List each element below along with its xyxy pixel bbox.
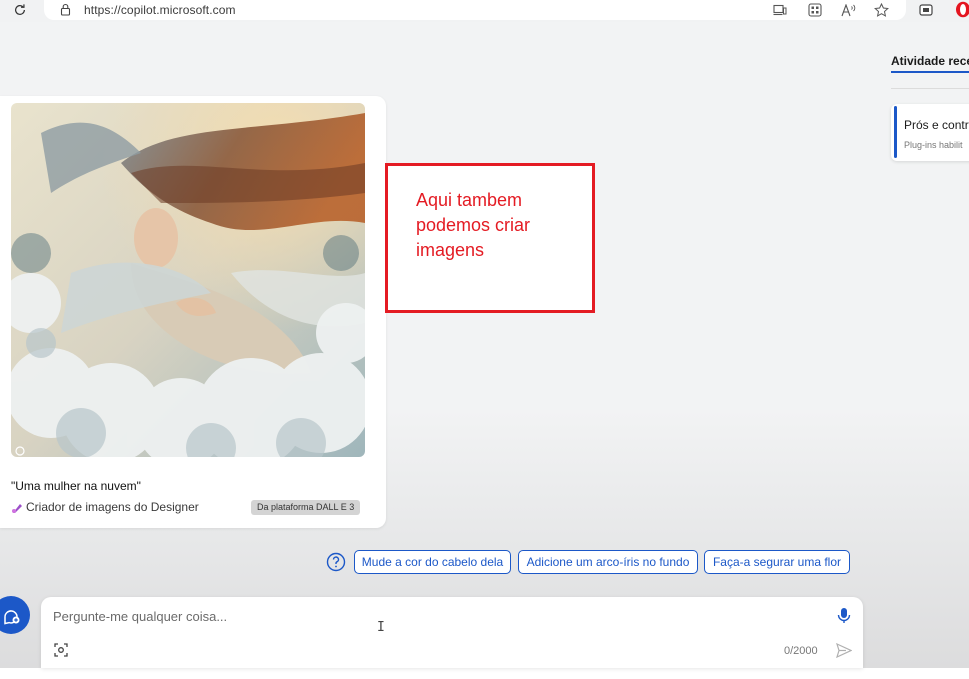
opera-icon[interactable] bbox=[955, 1, 969, 18]
apps-icon[interactable] bbox=[807, 2, 823, 18]
lock-icon[interactable] bbox=[60, 3, 71, 21]
designer-watermark-icon bbox=[15, 443, 25, 456]
favorite-star-icon[interactable] bbox=[873, 2, 889, 18]
reload-icon[interactable] bbox=[11, 1, 29, 19]
annotation-text: Aqui tambem podemos criar imagens bbox=[416, 190, 531, 260]
annotation-box: Aqui tambem podemos criar imagens bbox=[385, 163, 595, 313]
tab-recent-activity[interactable]: Atividade recen bbox=[891, 54, 969, 68]
microphone-icon[interactable] bbox=[837, 607, 851, 624]
divider bbox=[891, 88, 969, 89]
text-cursor-icon: I bbox=[377, 620, 385, 635]
suggestion-chip-flower[interactable]: Faça-a segurar uma flor bbox=[704, 550, 850, 574]
bottom-strip bbox=[0, 668, 969, 679]
device-icon[interactable] bbox=[772, 2, 788, 18]
new-topic-icon bbox=[4, 610, 20, 625]
image-caption: "Uma mulher na nuvem" bbox=[11, 479, 141, 493]
read-aloud-icon[interactable] bbox=[840, 2, 856, 18]
image-response-card: "Uma mulher na nuvem" Criador de imagens… bbox=[0, 96, 386, 528]
url-text[interactable]: https://copilot.microsoft.com bbox=[84, 3, 236, 17]
send-icon[interactable] bbox=[836, 642, 853, 659]
designer-credit[interactable]: Criador de imagens do Designer bbox=[11, 500, 199, 514]
image-scan-icon[interactable] bbox=[54, 643, 68, 657]
suggestion-chip-hair-color[interactable]: Mude a cor do cabelo dela bbox=[354, 550, 511, 574]
tab-underline bbox=[891, 71, 969, 73]
recent-item-subtitle: Plug-ins habilit bbox=[904, 140, 963, 150]
designer-icon bbox=[11, 501, 23, 513]
suggestion-chip-rainbow[interactable]: Adicione um arco-íris no fundo bbox=[518, 550, 698, 574]
char-count: 0/2000 bbox=[784, 645, 818, 657]
platform-badge: Da plataforma DALL E 3 bbox=[251, 500, 361, 515]
wallet-icon[interactable] bbox=[918, 2, 934, 18]
chat-input-box: 0/2000 bbox=[41, 597, 863, 668]
address-bar[interactable]: https://copilot.microsoft.com bbox=[44, 0, 906, 20]
designer-label[interactable]: Criador de imagens do Designer bbox=[26, 500, 199, 514]
generated-image[interactable] bbox=[11, 103, 365, 457]
chat-input[interactable] bbox=[53, 606, 813, 626]
recent-item-title: Prós e contra bbox=[904, 118, 969, 132]
active-indicator bbox=[894, 106, 897, 158]
help-icon[interactable] bbox=[326, 552, 346, 572]
browser-toolbar: https://copilot.microsoft.com bbox=[0, 0, 969, 22]
recent-activity-item[interactable]: Prós e contra Plug-ins habilit bbox=[891, 104, 969, 161]
